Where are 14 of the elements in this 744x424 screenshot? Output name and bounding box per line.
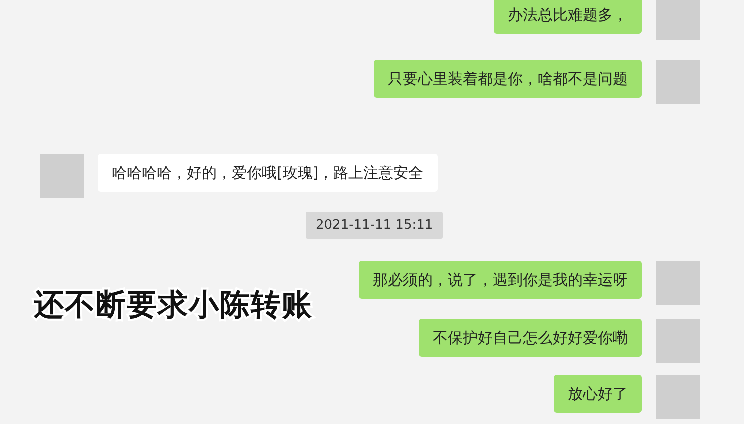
avatar (656, 0, 700, 40)
avatar (656, 375, 700, 419)
timestamp: 2021-11-11 15:11 (306, 212, 444, 239)
message-bubble: 不保护好自己怎么好好爱你嘞 (419, 319, 642, 357)
message-bubble: 只要心里装着都是你，啥都不是问题 (374, 60, 642, 98)
message-bubble: 放心好了 (554, 375, 642, 413)
message-bubble: 那必须的，说了，遇到你是我的幸运呀 (359, 261, 642, 299)
avatar (656, 60, 700, 104)
message-bubble: 哈哈哈哈，好的，爱你哦[玫瑰]，路上注意安全 (98, 154, 438, 192)
avatar (656, 261, 700, 305)
avatar (656, 319, 700, 363)
video-caption: 还不断要求小陈转账 (34, 287, 313, 325)
message-bubble: 办法总比难题多， (494, 0, 642, 34)
avatar (40, 154, 84, 198)
